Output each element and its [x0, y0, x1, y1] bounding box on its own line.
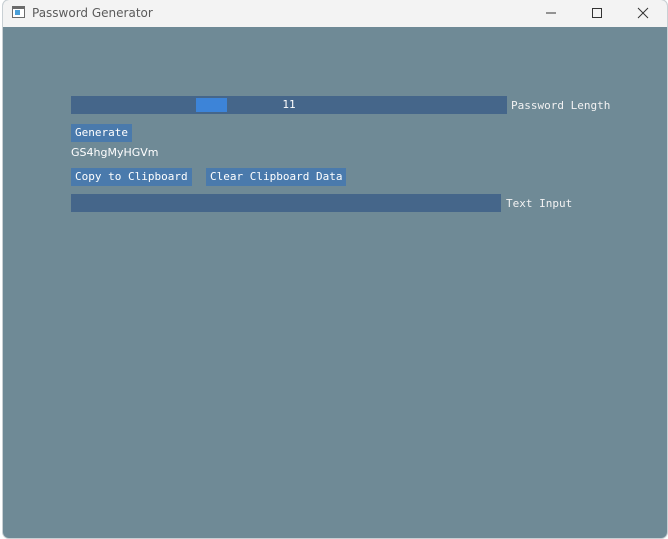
- close-button[interactable]: [620, 0, 666, 27]
- generate-button[interactable]: Generate: [71, 124, 132, 142]
- close-icon: [637, 7, 649, 19]
- text-input-label: Text Input: [506, 197, 573, 210]
- app-window-icon: [12, 6, 25, 18]
- text-input-field[interactable]: [71, 194, 501, 212]
- minimize-button[interactable]: [528, 0, 574, 27]
- maximize-button[interactable]: [574, 0, 620, 27]
- maximize-icon: [592, 8, 602, 18]
- main-content: 11 Password Length Generate GS4hgMyHGVm …: [3, 27, 667, 538]
- title-bar[interactable]: Password Generator: [3, 0, 667, 27]
- minimize-icon: [546, 12, 556, 14]
- generated-password: GS4hgMyHGVm: [71, 146, 159, 159]
- clear-clipboard-button[interactable]: Clear Clipboard Data: [206, 168, 347, 186]
- password-length-label: Password Length: [511, 99, 611, 112]
- window-title: Password Generator: [32, 6, 153, 20]
- app-window: Password Generator 11 Password Length Ge…: [3, 0, 667, 538]
- password-length-value: 11: [282, 98, 296, 111]
- password-length-slider[interactable]: 11: [71, 96, 507, 114]
- copy-to-clipboard-button[interactable]: Copy to Clipboard: [71, 168, 192, 186]
